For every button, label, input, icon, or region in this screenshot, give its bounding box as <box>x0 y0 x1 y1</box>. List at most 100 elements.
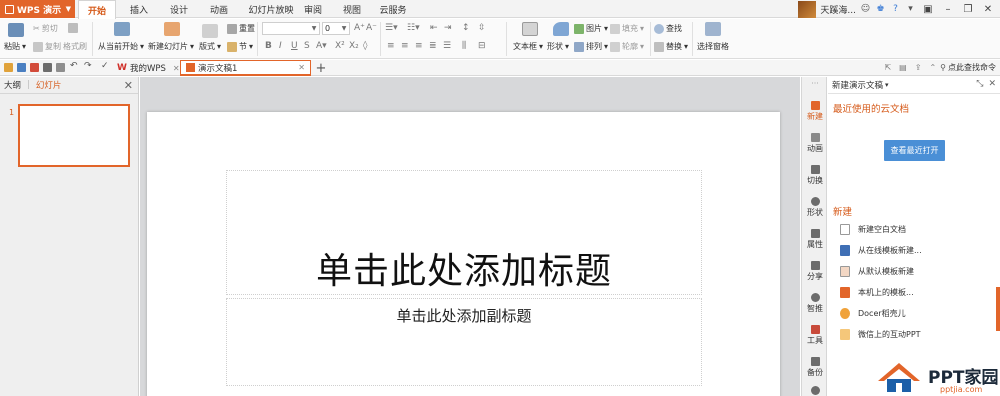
section-button[interactable]: 节 ▾ <box>227 41 253 52</box>
cut-button[interactable]: ✂ 剪切 <box>33 23 58 34</box>
new-slide-icon[interactable] <box>164 22 180 36</box>
tab-slides[interactable]: 幻灯片 <box>36 79 62 91</box>
format-painter-button[interactable]: 格式刷 <box>63 41 87 52</box>
minimize-icon[interactable]: – <box>940 1 956 17</box>
replace-button[interactable]: 替换 ▾ <box>654 41 688 52</box>
title-placeholder[interactable]: 单击此处添加标题 <box>226 170 702 295</box>
chevron-down-icon[interactable]: ▾ <box>905 4 916 15</box>
picture-button[interactable]: 图片 ▾ <box>574 23 608 34</box>
numbered-list-icon[interactable]: ☷▾ <box>407 23 420 33</box>
tab-slideshow[interactable]: 幻灯片放映 <box>242 0 300 18</box>
side-tool-share[interactable]: 分享 <box>802 261 828 282</box>
side-tool-new[interactable]: 新建 <box>802 101 828 122</box>
slide-thumbnail[interactable] <box>18 104 130 167</box>
superscript-icon[interactable]: X² <box>335 41 345 51</box>
slide[interactable]: 单击此处添加标题 单击此处添加副标题 <box>147 112 780 396</box>
app-menu-button[interactable]: WPS 演示 ▼ <box>0 0 75 18</box>
brush-icon[interactable] <box>68 23 78 33</box>
customize-icon[interactable]: ✓ <box>101 61 110 71</box>
side-tool-help[interactable] <box>802 386 828 395</box>
close-icon[interactable]: ✕ <box>173 64 180 73</box>
help-icon[interactable]: ? <box>890 4 901 15</box>
layout-icon[interactable]: ▣ <box>920 1 936 17</box>
side-tool-transition[interactable]: 切换 <box>802 165 828 186</box>
tab-insert[interactable]: 插入 <box>122 0 156 18</box>
close-icon[interactable]: ✕ <box>124 79 133 92</box>
open-icon[interactable] <box>4 63 13 72</box>
clear-format-icon[interactable]: ◊ <box>363 41 367 51</box>
shadow-icon[interactable]: S <box>304 41 310 51</box>
from-current-button[interactable]: 从当前开始 ▾ <box>98 41 144 52</box>
align-center-icon[interactable]: ≡ <box>401 41 409 51</box>
dock-icon[interactable]: ⤡ <box>976 79 983 89</box>
local-template-item[interactable]: 本机上的模板... <box>840 287 914 298</box>
smile-icon[interactable]: ☺ <box>860 4 871 15</box>
textbox-button[interactable]: 文本框 ▾ <box>513 41 543 52</box>
font-color-icon[interactable]: A▾ <box>316 41 327 51</box>
avatar[interactable] <box>798 0 817 18</box>
justify-icon[interactable]: ≣ <box>429 41 437 51</box>
select-pane-button[interactable]: 选择窗格 <box>697 41 729 52</box>
bullet-list-icon[interactable]: ☰▾ <box>385 23 398 33</box>
font-size-select[interactable]: 0 ▼ <box>322 22 350 35</box>
decrease-font-icon[interactable]: A⁻ <box>366 23 377 33</box>
layout-button[interactable]: 版式 ▾ <box>199 41 221 52</box>
align-text-icon[interactable]: ⊟ <box>478 41 486 51</box>
user-name[interactable]: 天蹊海... <box>820 3 856 16</box>
columns-icon[interactable]: ⫼ <box>462 41 466 51</box>
maximize-icon[interactable]: ❐ <box>960 1 976 17</box>
line-spacing-icon[interactable]: ↕ <box>462 23 470 33</box>
save-icon[interactable] <box>17 63 26 72</box>
chevron-down-icon[interactable]: ▾ <box>885 81 889 89</box>
text-direction-icon[interactable]: ⇳ <box>478 23 486 33</box>
tab-my-wps[interactable]: W 我的WPS ✕ <box>112 60 180 76</box>
new-blank-doc-item[interactable]: 新建空白文档 <box>840 224 906 235</box>
tab-review[interactable]: 审阅 <box>296 0 330 18</box>
bold-icon[interactable]: B <box>265 41 272 51</box>
new-slide-button[interactable]: 新建幻灯片 ▾ <box>148 41 194 52</box>
increase-font-icon[interactable]: A⁺ <box>354 23 365 33</box>
online-template-item[interactable]: 从在线模板新建... <box>840 245 922 256</box>
paste-icon[interactable] <box>8 23 24 37</box>
indent-decrease-icon[interactable]: ⇤ <box>430 23 438 33</box>
find-button[interactable]: 查找 <box>654 23 682 34</box>
slideshow-icon[interactable] <box>114 22 130 36</box>
outline-button[interactable]: 轮廓 ▾ <box>610 41 644 52</box>
close-icon[interactable]: ✕ <box>980 1 996 17</box>
layout-icon[interactable] <box>202 24 218 38</box>
find-command-box[interactable]: ⇱ ▤ ⇪ ⌃ ⚲ 点此查找命令 <box>884 62 996 73</box>
task-pane-collapse-handle[interactable] <box>996 287 1000 331</box>
indent-increase-icon[interactable]: ⇥ <box>444 23 452 33</box>
chevron-up-icon[interactable]: ⌃ <box>929 63 936 72</box>
tab-cloud[interactable]: 云服务 <box>374 0 412 18</box>
italic-icon[interactable]: I <box>279 41 282 51</box>
align-right-icon[interactable]: ≡ <box>415 41 423 51</box>
select-pane-icon[interactable] <box>705 22 721 36</box>
side-tool-properties[interactable]: 属性 <box>802 229 828 250</box>
side-tool-animation[interactable]: 动画 <box>802 133 828 154</box>
shape-icon[interactable] <box>553 22 569 36</box>
shape-button[interactable]: 形状 ▾ <box>547 41 569 52</box>
fill-button[interactable]: 填充 ▾ <box>610 23 644 34</box>
side-tool-tools[interactable]: 工具 <box>802 325 828 346</box>
view-recent-button[interactable]: 查看最近打开 <box>884 140 945 161</box>
share-icon[interactable]: ⇪ <box>915 63 922 72</box>
comment-icon[interactable]: ▤ <box>899 63 907 72</box>
arrange-button[interactable]: 排列 ▾ <box>574 41 608 52</box>
docer-item[interactable]: Docer稻壳儿 <box>840 308 906 319</box>
close-icon[interactable]: ✕ <box>298 63 305 72</box>
font-name-select[interactable]: ▼ <box>262 22 320 35</box>
default-template-item[interactable]: 从默认模板新建 <box>840 266 914 277</box>
textbox-icon[interactable] <box>522 22 538 36</box>
close-icon[interactable]: ✕ <box>988 79 996 89</box>
tab-outline[interactable]: 大纲 <box>4 79 21 91</box>
redo-icon[interactable]: ↷ <box>84 61 93 71</box>
align-left-icon[interactable]: ≡ <box>387 41 395 51</box>
more-icon[interactable]: ··· <box>802 79 828 88</box>
task-pane-title[interactable]: 新建演示文稿 <box>832 79 883 91</box>
preview-icon[interactable] <box>56 63 65 72</box>
tab-view[interactable]: 视图 <box>335 0 369 18</box>
export-pdf-icon[interactable] <box>30 63 39 72</box>
tab-animation[interactable]: 动画 <box>202 0 236 18</box>
copy-button[interactable]: 复制 <box>33 41 61 52</box>
